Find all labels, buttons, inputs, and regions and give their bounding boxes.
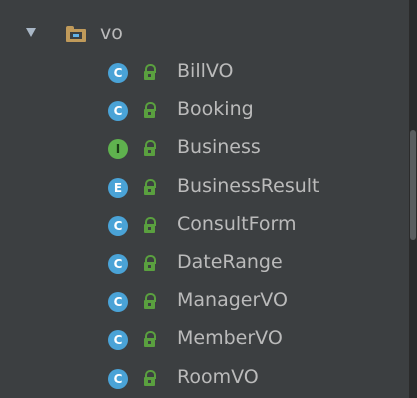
class-icon: C [108, 215, 128, 236]
project-tree: vo C BillVO C Booking I Business E BusinessResu… [0, 0, 410, 398]
tree-item-label: Booking [177, 98, 254, 121]
tree-item-label: RoomVO [177, 365, 259, 388]
tree-item-label: BusinessResult [177, 174, 320, 197]
tree-item-label: ConsultForm [177, 212, 297, 235]
class-icon: C [108, 330, 128, 351]
tree-item-label: MemberVO [177, 327, 283, 350]
package-folder-icon [66, 26, 86, 42]
class-icon: C [108, 292, 128, 313]
tree-item-label: DateRange [177, 251, 283, 273]
public-lock-icon [142, 255, 158, 273]
tree-item-business[interactable]: I Business [0, 130, 408, 168]
public-lock-icon [142, 140, 158, 158]
tree-item-daterange[interactable]: C DateRange [0, 245, 408, 283]
public-lock-icon [142, 369, 158, 388]
tree-item-label: Business [177, 136, 261, 159]
tree-item-managervo[interactable]: C ManagerVO [0, 283, 408, 321]
public-lock-icon [142, 178, 158, 197]
scrollbar-thumb[interactable] [410, 130, 416, 240]
public-lock-icon [142, 64, 158, 82]
tree-item-consultform[interactable]: C ConsultForm [0, 207, 408, 245]
tree-item-booking[interactable]: C Booking [0, 92, 408, 130]
folder-label: vo [100, 22, 123, 44]
tree-item-billvo[interactable]: C BillVO [0, 54, 408, 92]
class-icon: C [108, 368, 128, 389]
tree-item-membervo[interactable]: C MemberVO [0, 321, 408, 359]
tree-item-label: BillVO [177, 60, 234, 82]
public-lock-icon [142, 216, 158, 235]
class-icon: C [108, 254, 128, 274]
class-icon: C [108, 101, 128, 122]
public-lock-icon [142, 331, 158, 349]
expand-arrow-icon[interactable] [26, 28, 36, 37]
interface-icon: I [108, 139, 128, 160]
class-icon: C [108, 63, 128, 83]
tree-item-businessresult[interactable]: E BusinessResult [0, 169, 408, 207]
vertical-scrollbar[interactable] [409, 0, 417, 398]
public-lock-icon [142, 293, 158, 311]
enum-icon: E [108, 177, 128, 198]
folder-row-vo[interactable]: vo [0, 16, 408, 54]
public-lock-icon [142, 102, 158, 120]
tree-item-roomvo[interactable]: C RoomVO [0, 360, 408, 398]
tree-item-label: ManagerVO [177, 289, 288, 312]
